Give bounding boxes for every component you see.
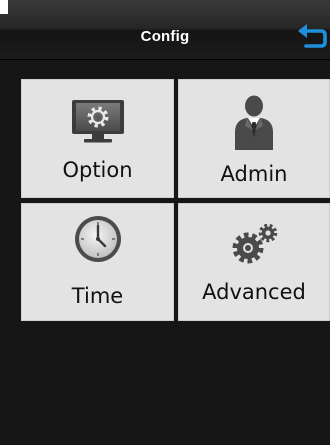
config-menu-grid: Option Admin Time Advanced — [17, 75, 330, 321]
admin-label: Admin — [220, 162, 288, 186]
clock-icon — [74, 216, 121, 262]
user-admin-icon — [235, 95, 273, 150]
title-bar: Config — [0, 0, 330, 60]
option-tile[interactable]: Option — [21, 79, 174, 198]
gears-icon — [232, 223, 278, 264]
option-label: Option — [62, 158, 133, 182]
title-bar-edge — [0, 0, 8, 14]
time-tile[interactable]: Time — [21, 203, 174, 321]
back-button[interactable] — [294, 22, 328, 52]
advanced-tile[interactable]: Advanced — [178, 203, 330, 321]
admin-tile[interactable]: Admin — [178, 79, 330, 198]
time-label: Time — [71, 284, 124, 308]
back-arrow-icon — [298, 24, 327, 48]
monitor-gear-icon — [71, 100, 124, 143]
advanced-label: Advanced — [202, 280, 306, 304]
config-screen: Config Option Admin Time Advanced — [0, 0, 330, 445]
page-title: Config — [140, 28, 190, 45]
